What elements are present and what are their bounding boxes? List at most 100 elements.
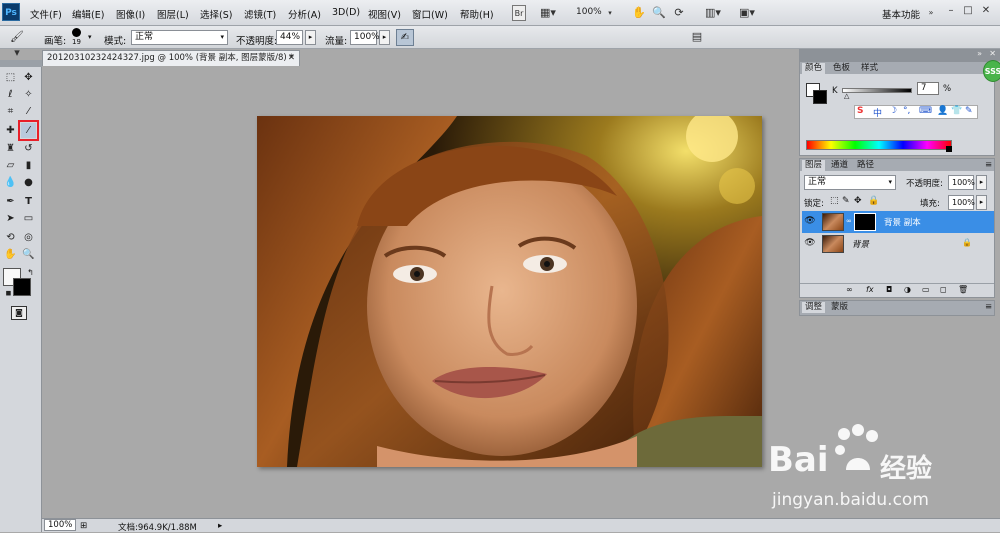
menu-view[interactable]: 视图(V) xyxy=(368,7,401,21)
default-colors-icon[interactable]: ◼ xyxy=(1,286,16,301)
layer-row-background[interactable]: 👁 背景 🔒 xyxy=(802,233,994,255)
new-group-icon[interactable]: ▭ xyxy=(922,285,930,294)
tab-swatches[interactable]: 色板 xyxy=(830,63,853,74)
panel-dock-header[interactable]: » ✕ xyxy=(799,49,1000,61)
status-zoom[interactable]: 100% xyxy=(44,519,77,531)
eyedropper-tool-icon[interactable]: ⁄ xyxy=(21,104,36,119)
lasso-tool-icon[interactable]: ℓ xyxy=(3,87,18,102)
portrait-image[interactable] xyxy=(257,116,762,467)
lock-all-icon[interactable]: 🔒 xyxy=(868,196,879,206)
type-tool-icon[interactable]: T xyxy=(21,194,36,209)
opacity-slider-button[interactable]: ▸ xyxy=(305,30,316,45)
add-mask-icon[interactable]: ◘ xyxy=(886,285,892,294)
brush-tool-icon[interactable]: ⁄ xyxy=(18,120,39,141)
chain-link-icon[interactable]: ∞ xyxy=(846,217,852,225)
lock-image-icon[interactable]: ✎ xyxy=(842,196,850,206)
k-slider[interactable] xyxy=(842,88,912,93)
restore-icon[interactable]: □ xyxy=(961,4,975,18)
pen-tool-icon[interactable]: ✒ xyxy=(3,194,18,209)
shape-tool-icon[interactable]: ▭ xyxy=(21,211,36,226)
zoom-tool-icon[interactable]: 🔍 xyxy=(652,5,666,21)
mode-select[interactable]: 正常 ▾ xyxy=(131,30,228,45)
3d-rotate-tool-icon[interactable]: ⟲ xyxy=(3,230,18,245)
clone-stamp-tool-icon[interactable]: ♜ xyxy=(3,141,18,156)
tab-styles[interactable]: 样式 xyxy=(858,63,881,74)
k-slider-handle-icon[interactable]: △ xyxy=(844,92,849,100)
minimize-icon[interactable]: – xyxy=(944,4,958,18)
arrange-documents-icon[interactable]: ▥▾ xyxy=(704,5,722,21)
rotate-view-icon[interactable]: ⟳ xyxy=(672,5,686,21)
collapse-panels-icon[interactable]: » xyxy=(977,49,982,58)
history-brush-tool-icon[interactable]: ↺ xyxy=(21,141,36,156)
document-tab[interactable]: 20120310232424327.jpg @ 100% (背景 副本, 图层蒙… xyxy=(42,50,300,67)
flow-input[interactable]: 100% xyxy=(350,30,380,45)
delete-layer-icon[interactable]: 🗑 xyxy=(958,285,968,294)
brush-dropdown-icon[interactable]: ▾ xyxy=(88,33,92,41)
adjustment-layer-icon[interactable]: ◑ xyxy=(904,285,911,294)
zoom-tool-icon[interactable]: 🔍 xyxy=(21,247,36,262)
marquee-tool-icon[interactable]: ⬚ xyxy=(3,70,18,85)
layer-row-background-copy[interactable]: 👁 ∞ 背景 副本 xyxy=(802,211,994,233)
zoom-dropdown-icon[interactable]: ▾ xyxy=(606,5,614,21)
eraser-tool-icon[interactable]: ▱ xyxy=(3,158,18,173)
crop-tool-icon[interactable]: ⌗ xyxy=(3,104,18,119)
swap-colors-icon[interactable]: ↰ xyxy=(23,265,38,280)
bridge-icon[interactable]: Br xyxy=(512,5,526,21)
gradient-tool-icon[interactable]: ▮ xyxy=(21,158,36,173)
menu-file[interactable]: 文件(F) xyxy=(30,7,62,21)
link-layers-icon[interactable]: ∞ xyxy=(846,285,853,294)
workspace-switcher[interactable]: 基本功能 xyxy=(882,7,920,21)
visibility-eye-icon[interactable]: 👁 xyxy=(804,216,816,226)
fill-slider-button[interactable]: ▸ xyxy=(976,195,987,210)
menu-select[interactable]: 选择(S) xyxy=(200,7,232,21)
color-spectrum-bar[interactable] xyxy=(806,140,952,150)
opacity-input[interactable]: 44% xyxy=(276,30,303,45)
status-menu-arrow-icon[interactable]: ▸ xyxy=(218,521,222,531)
ime-settings-icon[interactable]: ✎ xyxy=(965,106,973,116)
magic-wand-tool-icon[interactable]: ✧ xyxy=(21,87,36,102)
close-icon[interactable]: ✕ xyxy=(979,4,993,18)
dodge-tool-icon[interactable]: ● xyxy=(21,175,36,190)
brush-panel-toggle-icon[interactable]: ▤ xyxy=(690,29,704,45)
healing-brush-tool-icon[interactable]: ✚ xyxy=(3,123,18,138)
flow-slider-button[interactable]: ▸ xyxy=(379,30,390,45)
workspace-dropdown-icon[interactable]: » xyxy=(926,5,936,21)
blend-mode-select[interactable]: 正常 ▾ xyxy=(804,175,896,190)
tab-paths[interactable]: 路径 xyxy=(854,160,877,171)
brush-preset-icon[interactable]: 🖌▾ xyxy=(8,29,26,59)
3d-orbit-tool-icon[interactable]: ◎ xyxy=(21,230,36,245)
hand-tool-icon[interactable]: ✋ xyxy=(632,5,646,21)
ime-keyboard-icon[interactable]: ⌨ xyxy=(919,106,932,116)
close-document-icon[interactable]: ✕ xyxy=(288,51,295,66)
ime-skin-icon[interactable]: 👕 xyxy=(951,106,962,116)
tab-color[interactable]: 颜色 xyxy=(802,63,826,74)
adjust-panel-menu-icon[interactable]: ≡ xyxy=(982,302,995,313)
menu-image[interactable]: 图像(I) xyxy=(116,7,145,21)
quick-mask-icon[interactable]: ◙ xyxy=(11,306,27,320)
layer-mask-thumbnail[interactable] xyxy=(854,213,876,231)
menu-help[interactable]: 帮助(H) xyxy=(460,7,494,21)
lock-transparent-icon[interactable]: ⬚ xyxy=(830,196,839,206)
tab-adjustments[interactable]: 调整 xyxy=(802,302,826,313)
ime-user-icon[interactable]: 👤 xyxy=(937,106,948,116)
fill-input[interactable]: 100% xyxy=(948,195,975,210)
ime-toolbar[interactable]: S 中 ☽ °, ⌨ 👤 👕 ✎ xyxy=(854,105,978,119)
spectrum-black-swatch[interactable] xyxy=(946,146,952,152)
airbrush-toggle-icon[interactable]: ✍ xyxy=(396,29,414,46)
floating-badge[interactable]: SSS xyxy=(983,60,1000,82)
blur-tool-icon[interactable]: 💧 xyxy=(3,175,18,190)
k-value-input[interactable]: 7 xyxy=(917,82,939,95)
view-extras-icon[interactable]: ▦▾ xyxy=(540,5,556,21)
menu-3d[interactable]: 3D(D) xyxy=(332,7,360,18)
ime-chinese-icon[interactable]: 中 xyxy=(873,106,882,119)
close-panels-icon[interactable]: ✕ xyxy=(989,49,996,58)
layer-style-icon[interactable]: fx xyxy=(866,285,874,294)
menu-window[interactable]: 窗口(W) xyxy=(412,7,448,21)
new-layer-icon[interactable]: ◻ xyxy=(940,285,947,294)
lock-position-icon[interactable]: ✥ xyxy=(854,196,862,206)
ime-punct-icon[interactable]: °, xyxy=(903,106,910,116)
layers-panel-menu-icon[interactable]: ≡ xyxy=(982,160,995,171)
status-zoom-icon[interactable]: ⊞ xyxy=(80,521,87,531)
tab-masks[interactable]: 蒙版 xyxy=(828,302,851,313)
menu-edit[interactable]: 编辑(E) xyxy=(72,7,104,21)
